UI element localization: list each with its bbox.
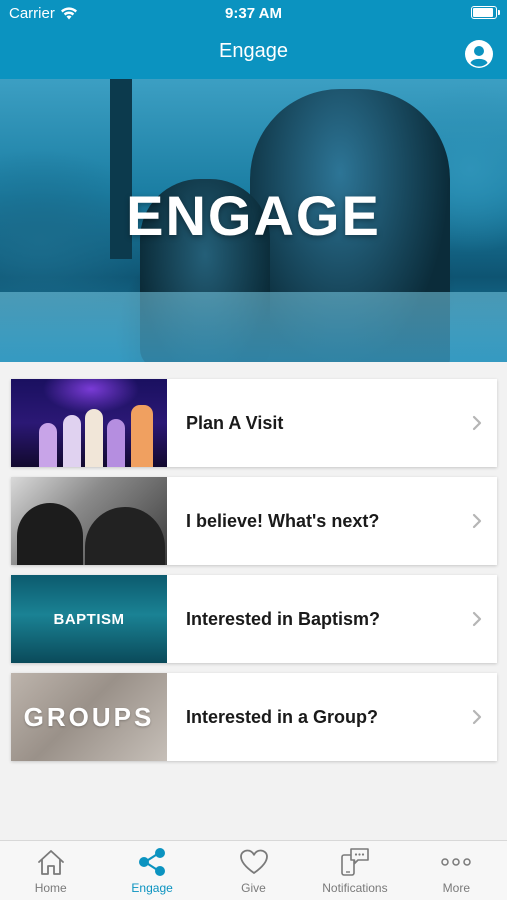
profile-icon[interactable] bbox=[465, 40, 493, 68]
home-icon bbox=[35, 847, 67, 877]
chevron-right-icon bbox=[457, 673, 497, 761]
hero-image-water bbox=[0, 292, 507, 362]
card-plan-a-visit[interactable]: Plan A Visit bbox=[11, 379, 497, 467]
chevron-right-icon bbox=[457, 379, 497, 467]
battery-icon bbox=[471, 6, 500, 19]
card-thumbnail: GROUPS bbox=[11, 673, 167, 761]
tab-label: Engage bbox=[131, 881, 173, 895]
tab-label: Home bbox=[34, 881, 67, 895]
status-time: 9:37 AM bbox=[225, 5, 282, 22]
tab-engage[interactable]: Engage bbox=[101, 841, 202, 900]
hero-banner: ENGAGE bbox=[0, 79, 507, 362]
heart-icon bbox=[238, 847, 270, 877]
tab-give[interactable]: Give bbox=[203, 841, 304, 900]
card-label: Interested in Baptism? bbox=[186, 608, 381, 629]
page-title: Engage bbox=[219, 40, 288, 62]
status-bar: Carrier 9:37 AM bbox=[0, 0, 507, 28]
app-header: Carrier 9:37 AM Engage bbox=[0, 0, 507, 79]
more-icon bbox=[440, 847, 472, 877]
card-label: Interested in a Group? bbox=[186, 706, 379, 727]
card-thumbnail bbox=[11, 477, 167, 565]
card-label: I believe! What's next? bbox=[186, 510, 380, 531]
hero-title: ENGAGE bbox=[126, 184, 381, 247]
card-label: Plan A Visit bbox=[186, 412, 284, 433]
card-baptism[interactable]: BAPTISM Interested in Baptism? bbox=[11, 575, 497, 663]
tab-label: More bbox=[442, 881, 470, 895]
chevron-right-icon bbox=[457, 477, 497, 565]
card-i-believe[interactable]: I believe! What's next? bbox=[11, 477, 497, 565]
share-icon bbox=[136, 847, 168, 877]
notifications-icon bbox=[339, 847, 371, 877]
tab-notifications[interactable]: Notifications bbox=[304, 841, 405, 900]
tab-more[interactable]: More bbox=[406, 841, 507, 900]
tab-bar: Home Engage Give Notifications More bbox=[0, 840, 507, 900]
chevron-right-icon bbox=[457, 575, 497, 663]
tab-label: Notifications bbox=[322, 881, 388, 895]
card-thumbnail: BAPTISM bbox=[11, 575, 167, 663]
card-thumbnail bbox=[11, 379, 167, 467]
tab-home[interactable]: Home bbox=[0, 841, 101, 900]
card-groups[interactable]: GROUPS Interested in a Group? bbox=[11, 673, 497, 761]
tab-label: Give bbox=[241, 881, 266, 895]
